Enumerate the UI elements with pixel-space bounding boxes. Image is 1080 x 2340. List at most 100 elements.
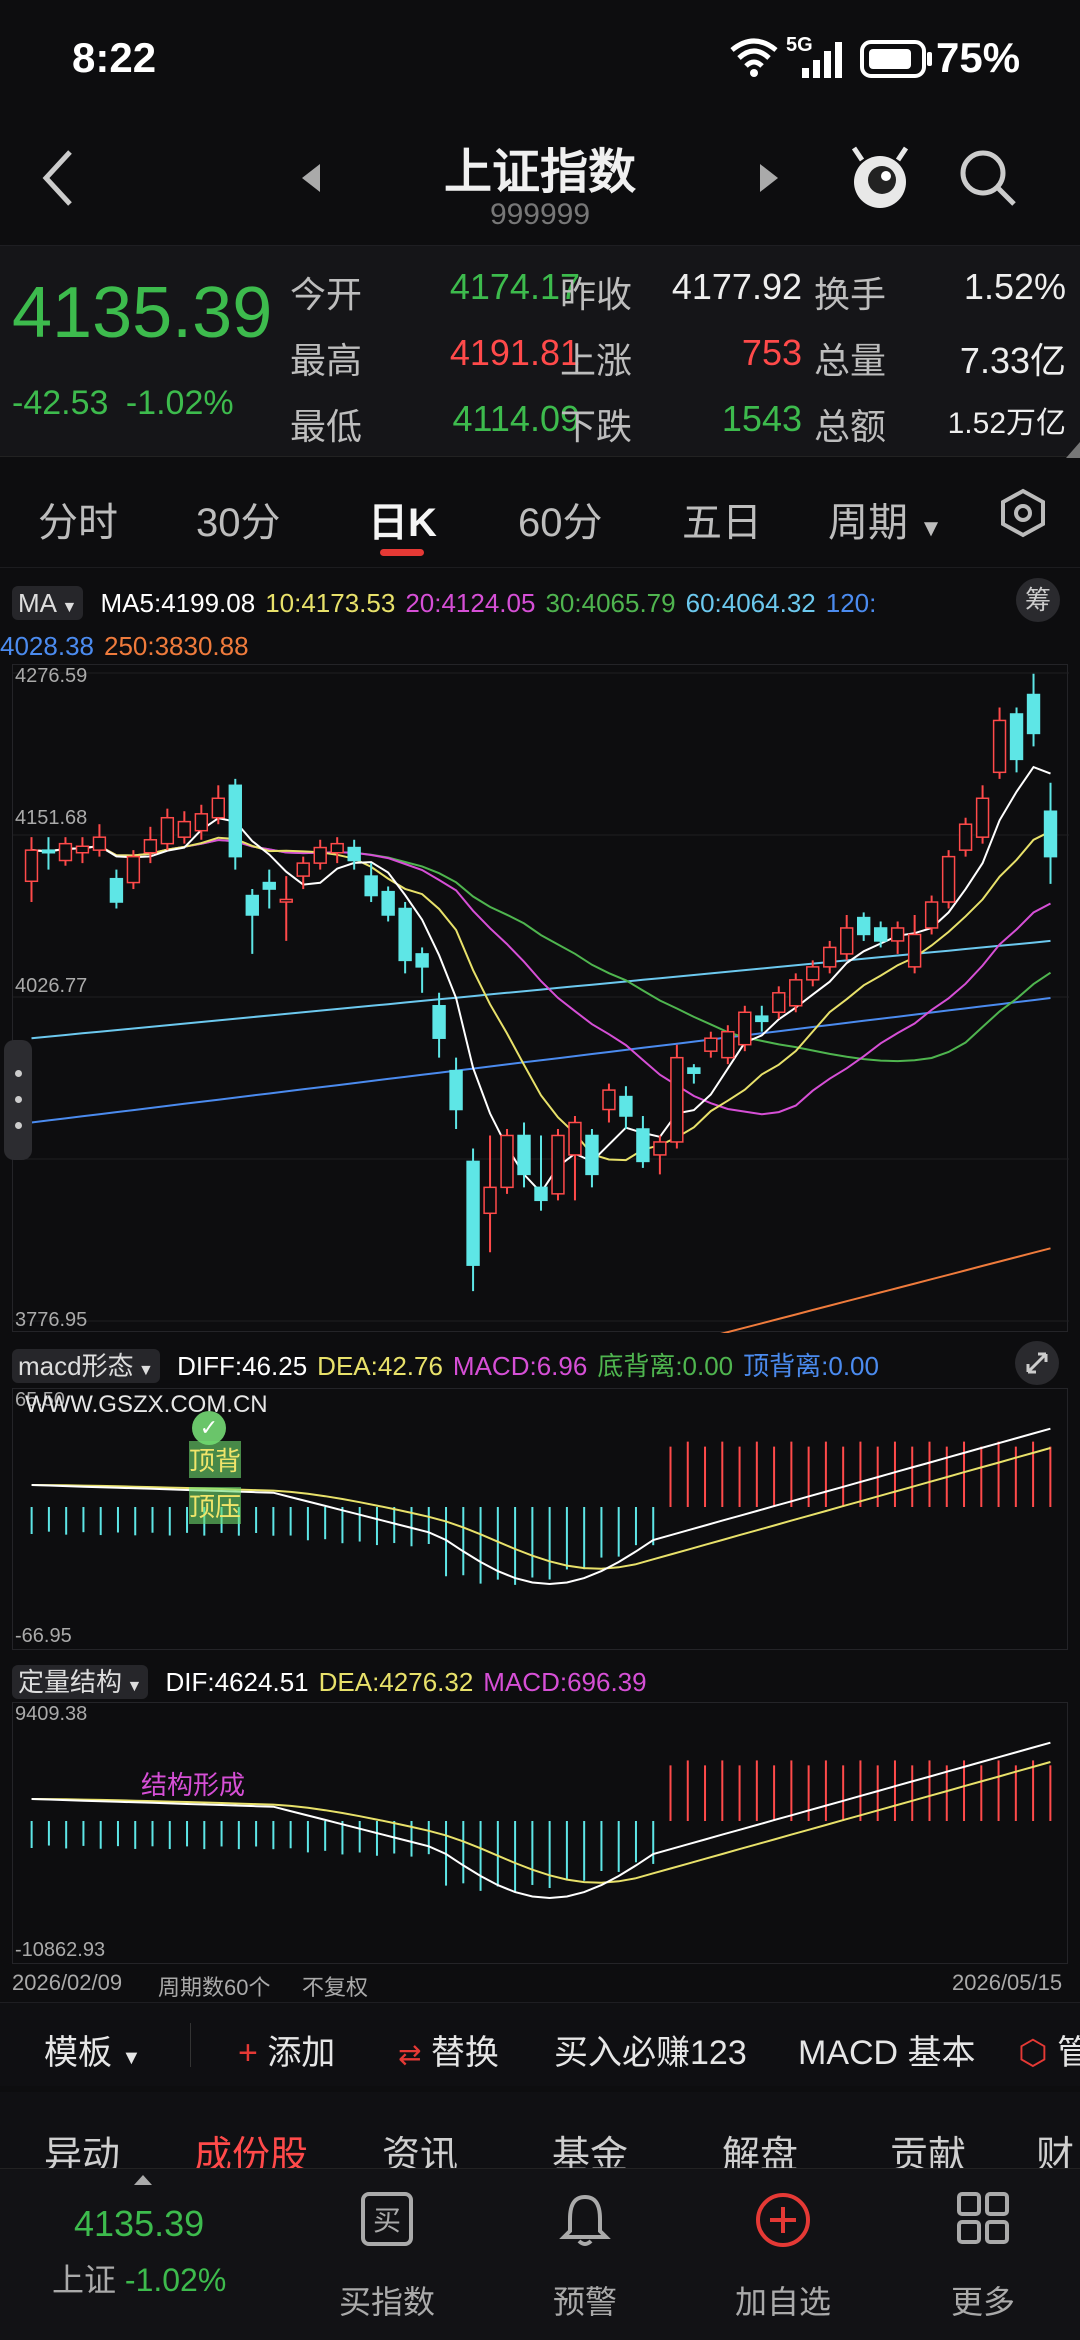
tab-period[interactable]: 周期 ▼ <box>828 490 943 548</box>
grid-icon[interactable] <box>956 2191 1010 2245</box>
struct-legend-items: DIF:4624.51 DEA:4276.32 MACD:696.39 <box>156 1667 647 1697</box>
candle-body <box>143 839 158 854</box>
quote-value: 753 <box>741 332 802 373</box>
subtab-finance[interactable]: 财 <box>1036 2124 1074 2172</box>
candle-body <box>738 1011 752 1046</box>
legend-item: DIF:4624.51 <box>165 1667 309 1697</box>
subtab-news[interactable]: 资讯 <box>382 2124 458 2172</box>
add-circle-icon[interactable] <box>754 2191 812 2249</box>
manage-button[interactable]: ⬡ 管 <box>1018 2025 1080 2074</box>
subtab-analysis[interactable]: 解盘 <box>722 2124 798 2172</box>
struct-axis-bottom: -10862.93 <box>15 1939 106 1961</box>
tab-period-label: 周期 <box>828 501 908 545</box>
legend-item: 20:4124.05 <box>405 588 536 618</box>
subtab-contribution[interactable]: 贡献 <box>890 2124 966 2172</box>
indicator-buy-123[interactable]: 买入必赚123 <box>554 2025 747 2074</box>
legend-item: 120: <box>825 588 877 618</box>
dea-line <box>31 1447 1051 1570</box>
caret-up-icon[interactable] <box>132 2173 154 2187</box>
wifi-icon <box>730 38 778 77</box>
struct-axis-top: 9409.38 <box>15 1703 88 1725</box>
candle-body <box>585 1134 599 1176</box>
ma-legend: MA ▼ MA5:4199.08 10:4173.53 20:4124.05 30:4… <box>0 584 1012 665</box>
subtab-constituents[interactable]: 成份股 <box>194 2124 308 2172</box>
index-mini-price[interactable]: 4135.39 <box>74 2203 204 2245</box>
template-button[interactable]: 模板 ▼ <box>44 2025 141 2074</box>
candle-body <box>975 797 990 838</box>
quote-label: 上涨 <box>560 340 633 381</box>
settings-hex-icon[interactable] <box>998 488 1048 538</box>
legend-item: 4028.38 <box>0 631 94 661</box>
subtab-funds[interactable]: 基金 <box>552 2124 628 2172</box>
search-icon[interactable] <box>956 146 1020 210</box>
quote-panel: 4135.39 -42.53 -1.02% 今开 4174.17 昨收 4177.92… <box>0 245 1080 458</box>
signal-icon <box>802 42 842 78</box>
status-time: 8:22 <box>72 34 157 81</box>
status-bar: 8:22 5G 75% <box>0 0 1080 120</box>
hex-icon: ⬡ <box>1018 2034 1048 2072</box>
candle-body <box>670 1056 684 1143</box>
candle-body <box>534 1186 548 1202</box>
corner-marker-icon <box>1066 442 1080 458</box>
candle-body <box>500 1134 514 1189</box>
kline-chart[interactable]: 4276.59 4151.68 4026.77 3776.95 <box>12 664 1069 1333</box>
struct-selector[interactable]: 定量结构 ▼ <box>12 1665 149 1699</box>
replace-button[interactable]: ⇄ 替换 <box>398 2025 499 2074</box>
nav-add-watchlist[interactable]: 加自选 <box>708 2277 858 2323</box>
candle-body <box>228 784 242 858</box>
macd-legend: macd形态 ▼ DIFF:46.25 DEA:42.76 MACD:6.96 底背离… <box>12 1346 879 1383</box>
expand-icon[interactable] <box>1014 1340 1060 1386</box>
add-button[interactable]: + 添加 <box>238 2025 335 2074</box>
subtab-abnormal[interactable]: 异动 <box>44 2124 120 2172</box>
indicator-macd-basic[interactable]: MACD 基本 <box>798 2025 976 2074</box>
side-drawer-handle[interactable] <box>4 1040 32 1160</box>
candle-body <box>245 894 259 916</box>
tab-five-day[interactable]: 五日 <box>682 490 762 548</box>
ma10-line <box>31 830 1051 1162</box>
candle-body <box>517 1134 531 1176</box>
chip-distribution-button[interactable]: 筹 <box>1016 578 1060 622</box>
legend-item: 30:4065.79 <box>545 588 676 618</box>
mascot-icon[interactable] <box>848 142 912 212</box>
ma250-line <box>720 1247 1051 1333</box>
candle-body <box>466 1160 480 1266</box>
swap-icon: ⇄ <box>398 2039 422 2070</box>
tab-daily-k[interactable]: 日K <box>368 490 437 548</box>
candle-body <box>160 816 175 845</box>
macd-chart[interactable]: 65.50 WWW.GSZX.COM.CN -66.95 ✓ 顶背 顶压 <box>12 1388 1068 1650</box>
candle-body <box>177 820 192 838</box>
struct-selector-label: 定量结构 <box>18 1667 123 1697</box>
buy-icon[interactable]: 买 <box>360 2191 414 2249</box>
candle-body <box>364 875 378 897</box>
struct-legend: 定量结构 ▼ DIF:4624.51 DEA:4276.32 MACD:696.39 <box>12 1662 647 1699</box>
nav-buy-index[interactable]: 买指数 <box>312 2277 462 2323</box>
candle-body <box>806 966 820 981</box>
tab-60min[interactable]: 60分 <box>518 490 603 548</box>
battery-icon <box>860 40 932 78</box>
macd-selector[interactable]: macd形态 ▼ <box>12 1349 160 1383</box>
candle-body <box>636 1128 650 1163</box>
tab-fenshi[interactable]: 分时 <box>38 490 118 548</box>
next-index-icon[interactable] <box>756 160 782 196</box>
tab-30min[interactable]: 30分 <box>196 490 281 548</box>
legend-item: DEA:4276.32 <box>318 1667 474 1697</box>
candle-body <box>41 849 56 854</box>
nav-alert[interactable]: 预警 <box>510 2277 660 2323</box>
plus-icon: + <box>238 2034 258 2072</box>
candle-body <box>483 1186 497 1215</box>
index-mini-change[interactable]: 上证 -1.02% <box>52 2255 226 2301</box>
candle-body <box>856 916 871 936</box>
candle-body <box>92 836 107 851</box>
nav-more[interactable]: 更多 <box>908 2277 1058 2323</box>
struct-chart[interactable]: 9409.38 -10862.93 结构形成 <box>12 1702 1068 1964</box>
candle-body <box>704 1037 718 1052</box>
quote-value: 1543 <box>721 398 802 439</box>
quote-label: 最高 <box>290 340 363 381</box>
candle-body <box>823 946 837 968</box>
candle-body <box>873 927 888 942</box>
caret-down-icon: ▼ <box>122 1678 143 1695</box>
legend-item: MACD:6.96 <box>452 1351 588 1381</box>
bell-icon[interactable] <box>558 2191 612 2249</box>
active-tab-indicator <box>380 549 424 556</box>
ma-selector[interactable]: MA ▼ <box>12 586 84 620</box>
